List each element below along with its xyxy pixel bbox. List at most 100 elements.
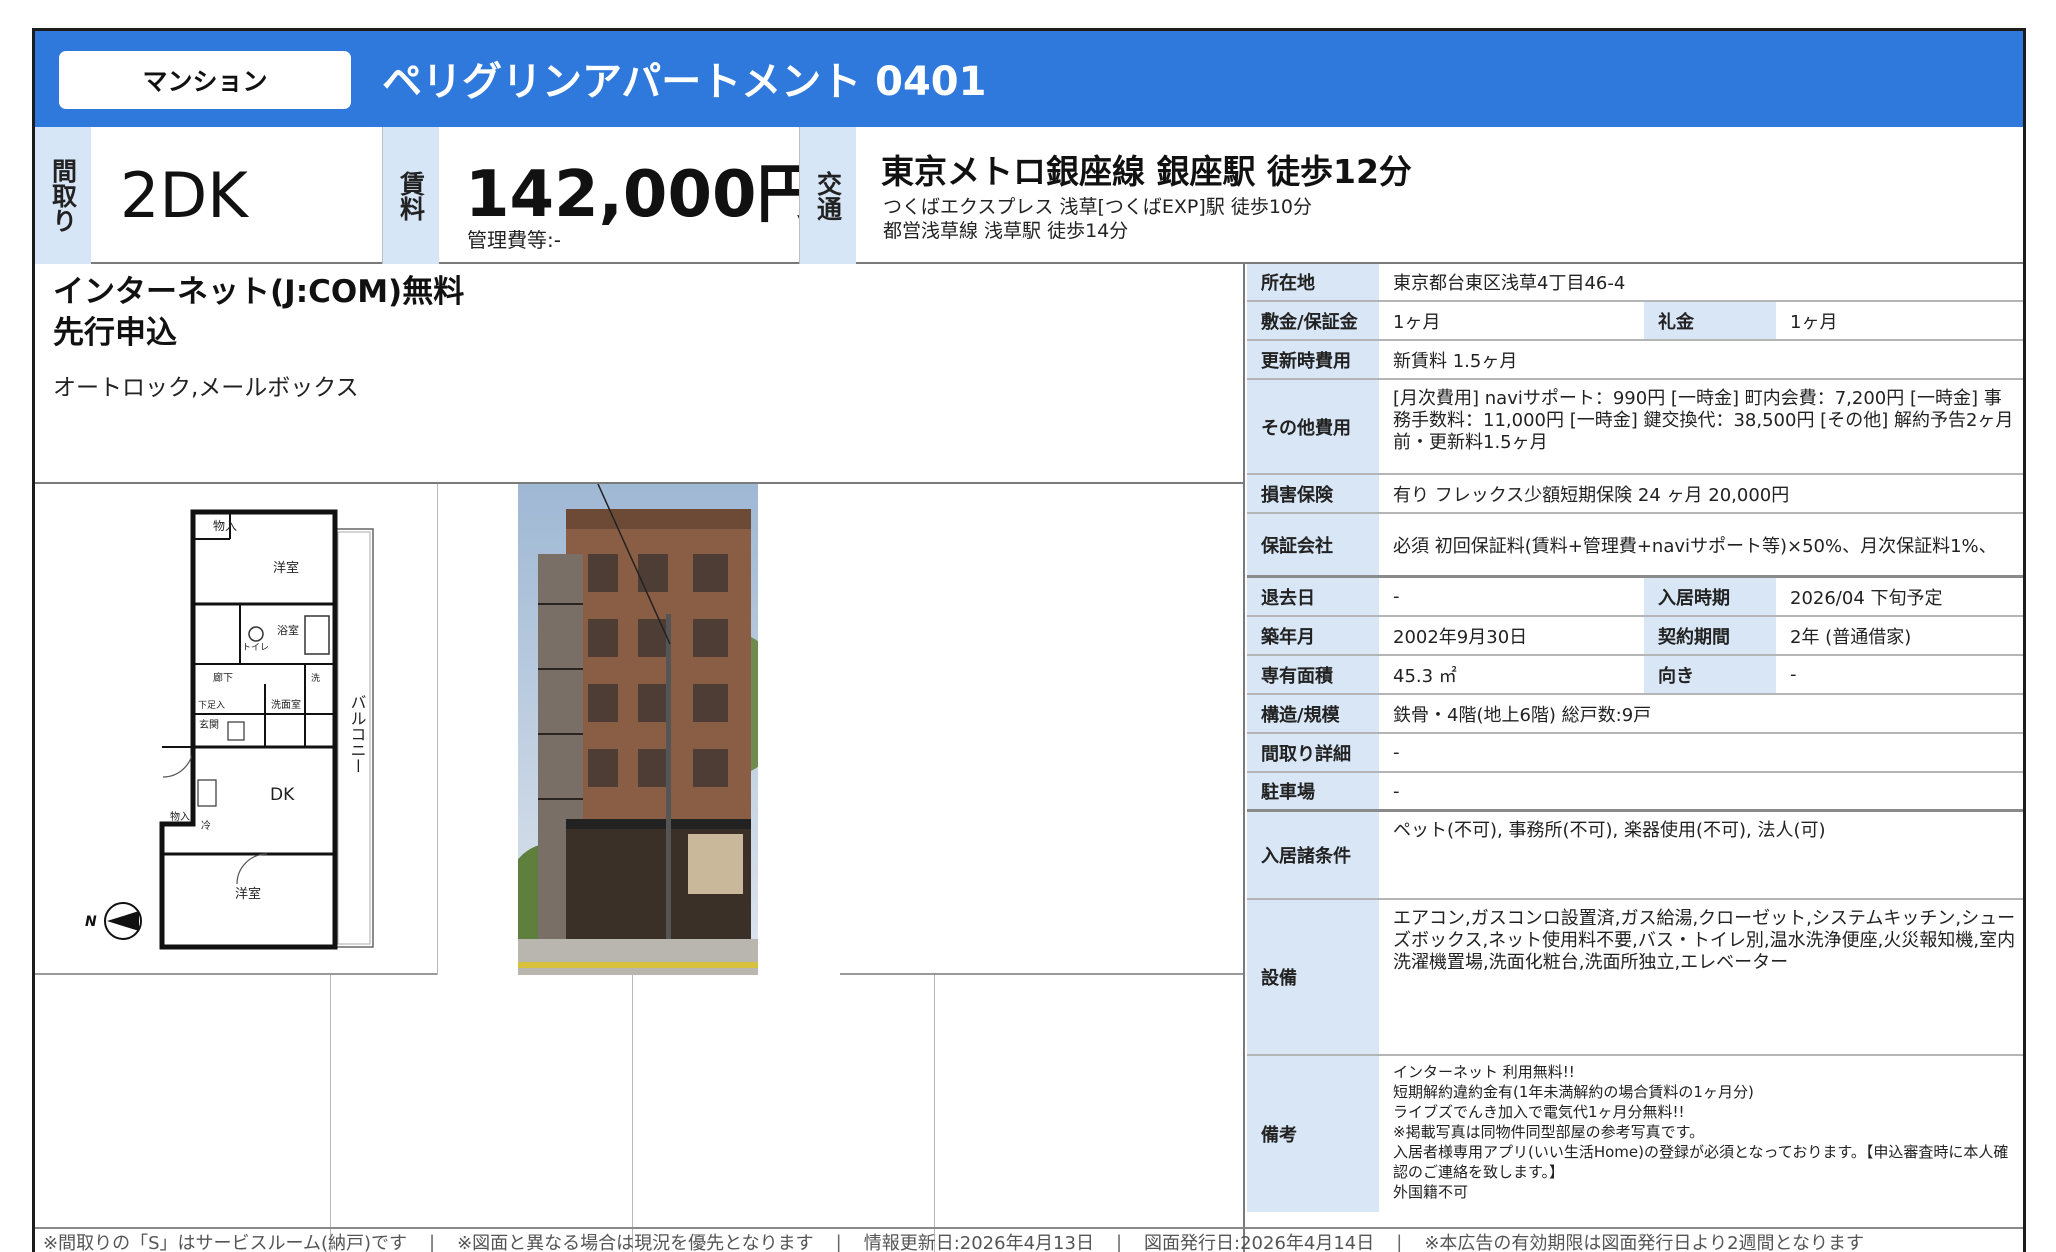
footer-note: 図面発行日:2026年4月14日: [1144, 1233, 1375, 1252]
feature-headline: インターネット(J:COM)無料: [53, 274, 465, 310]
detail-label: 向き: [1644, 656, 1776, 693]
room-label: 浴室: [277, 623, 299, 637]
detail-label: 築年月: [1247, 617, 1379, 654]
key-info-bar: 間取り 2DK 賃料 142,000円 管理費等:- 交通 東京メトロ銀座線 銀…: [35, 127, 2023, 264]
detail-label: 構造/規模: [1247, 695, 1379, 732]
layout-label: 間取り: [35, 127, 91, 264]
header-bar: マンション ペリグリンアパートメント 0401: [35, 31, 2023, 127]
svg-text:N: N: [85, 914, 97, 930]
detail-label: 契約期間: [1644, 617, 1776, 654]
detail-label: 設備: [1247, 900, 1379, 1054]
footer-notes: ※間取りの「S」はサービスルーム(納戸)です | ※図面と異なる場合は現況を優先…: [35, 1227, 2023, 1252]
access-label: 交通: [800, 127, 856, 264]
footer-separator: |: [429, 1231, 436, 1252]
detail-row: 備考 インターネット 利用無料!! 短期解約違約金有(1年未満解約の場合賃料の1…: [1247, 1056, 2023, 1212]
detail-row: 所在地 東京都台東区浅草4丁目46-4: [1247, 264, 2023, 302]
footer-note: ※間取りの「S」はサービスルーム(納戸)です: [43, 1233, 408, 1252]
property-type-badge: マンション: [59, 51, 351, 109]
detail-value: 必須 初回保証料(賃料+管理費+naviサポート等)×50%、月次保証料1%、: [1393, 535, 1997, 557]
detail-value: 2年 (普通借家): [1790, 626, 1912, 648]
detail-value: 東京都台東区浅草4丁目46-4: [1393, 273, 1626, 294]
compass-icon: N: [85, 902, 142, 940]
access-sub: つくばエクスプレス 浅草[つくばEXP]駅 徒歩10分: [883, 196, 1312, 218]
footer-separator: |: [835, 1231, 842, 1252]
detail-value: ペット(不可), 事務所(不可), 楽器使用(不可), 法人(可): [1393, 820, 1826, 841]
detail-value: 有り フレックス少額短期保険 24 ヶ月 20,000円: [1393, 484, 1790, 506]
management-fee: 管理費等:-: [467, 228, 561, 252]
detail-value: -: [1790, 664, 1797, 685]
remarks-value: インターネット 利用無料!! 短期解約違約金有(1年未満解約の場合賃料の1ヶ月分…: [1379, 1056, 2023, 1212]
room-label: 洗面室: [271, 698, 301, 711]
room-label: 洋室: [235, 886, 261, 902]
photo-cell: [438, 483, 840, 975]
detail-row: 専有面積 45.3 ㎡ 向き -: [1247, 656, 2023, 695]
access-sub: 都営浅草線 浅草駅 徒歩14分: [883, 220, 1129, 242]
remarks-line: 短期解約違約金有(1年未満解約の場合賃料の1ヶ月分): [1393, 1083, 1754, 1101]
footer-note: 情報更新日:2026年4月13日: [863, 1233, 1094, 1252]
detail-label: 専有面積: [1247, 656, 1379, 693]
footer-note: ※図面と異なる場合は現況を優先となります: [457, 1233, 814, 1252]
room-label: 下足入: [198, 700, 225, 711]
detail-row: 損害保険 有り フレックス少額短期保険 24 ヶ月 20,000円: [1247, 475, 2023, 514]
remarks-line: インターネット 利用無料!!: [1393, 1063, 1575, 1081]
room-label: DK: [270, 785, 295, 805]
features-box: インターネット(J:COM)無料 先行申込 オートロック,メールボックス: [35, 264, 1243, 484]
media-row-bottom: [35, 975, 1243, 1252]
empty-photo-cell: [331, 975, 633, 1252]
detail-value: 2026/04 下旬予定: [1790, 587, 1943, 609]
room-label: 物入: [170, 810, 190, 823]
detail-value: エアコン,ガスコンロ設置済,ガス給湯,クローゼット,システムキッチン,シューズボ…: [1393, 908, 2016, 973]
building-photo: [438, 483, 840, 975]
detail-value: 新賃料 1.5ヶ月: [1393, 350, 1518, 372]
media-row: 物入 洋室 浴室 トイレ 廊下 洗 下足入 洗面室 玄関 バルコニー DK 冷 …: [35, 483, 1245, 975]
detail-label: 保証会社: [1247, 514, 1379, 575]
detail-row: 駐車場 -: [1247, 773, 2023, 812]
property-sheet: マンション ペリグリンアパートメント 0401 間取り 2DK 賃料 142,0…: [32, 28, 2026, 1252]
floorplan-image: 物入 洋室 浴室 トイレ 廊下 洗 下足入 洗面室 玄関 バルコニー DK 冷 …: [85, 509, 374, 950]
layout-value: 2DK: [120, 159, 248, 232]
detail-row: 更新時費用 新賃料 1.5ヶ月: [1247, 341, 2023, 380]
detail-value: 1ヶ月: [1393, 311, 1441, 333]
room-label: 洗: [311, 672, 320, 684]
empty-photo-cell: [840, 484, 1245, 975]
detail-value: -: [1393, 780, 1400, 802]
empty-photo-cell: [35, 975, 331, 1252]
detail-row: 築年月 2002年9月30日 契約期間 2年 (普通借家): [1247, 617, 2023, 656]
detail-row: 入居諸条件 ペット(不可), 事務所(不可), 楽器使用(不可), 法人(可): [1247, 812, 2023, 900]
room-label: トイレ: [242, 643, 269, 653]
detail-row: 保証会社 必須 初回保証料(賃料+管理費+naviサポート等)×50%、月次保証…: [1247, 514, 2023, 578]
footer-separator: |: [1396, 1231, 1403, 1252]
detail-label: 更新時費用: [1247, 341, 1379, 378]
remarks-line: 入居者様専用アプリ(いい生活Home)の登録が必須となっております。【申込審査時…: [1393, 1143, 2009, 1181]
room-label: 物入: [213, 519, 237, 533]
empty-photo-cell: [935, 975, 1245, 1252]
detail-value: 45.3 ㎡: [1393, 665, 1457, 687]
detail-label: 損害保険: [1247, 475, 1379, 512]
detail-value: 鉄骨・4階(地上6階) 総戸数:9戸: [1393, 704, 1652, 726]
room-label: 廊下: [213, 671, 233, 684]
detail-row: 退去日 - 入居時期 2026/04 下旬予定: [1247, 578, 2023, 617]
detail-label: 敷金/保証金: [1247, 302, 1379, 339]
room-label: 冷: [201, 819, 211, 832]
detail-label: 駐車場: [1247, 773, 1379, 809]
detail-label: 退去日: [1247, 578, 1379, 615]
detail-value: [月次費用] naviサポート：990円 [一時金] 町内会費：7,200円 […: [1393, 388, 2014, 453]
detail-row: 設備 エアコン,ガスコンロ設置済,ガス給湯,クローゼット,システムキッチン,シュ…: [1247, 900, 2023, 1056]
detail-value: 2002年9月30日: [1393, 626, 1528, 648]
rent-label: 賃料: [383, 127, 439, 264]
feature-headline: 先行申込: [53, 315, 177, 351]
detail-value: -: [1393, 742, 1400, 763]
empty-photo-cell: [633, 975, 935, 1252]
detail-row: 敷金/保証金 1ヶ月 礼金 1ヶ月: [1247, 302, 2023, 341]
detail-row: 構造/規模 鉄骨・4階(地上6階) 総戸数:9戸: [1247, 695, 2023, 734]
remarks-line: ※掲載写真は同物件同型部屋の参考写真です。: [1393, 1123, 1705, 1141]
detail-label: 入居諸条件: [1247, 812, 1379, 898]
detail-table: 所在地 東京都台東区浅草4丁目46-4 敷金/保証金 1ヶ月 礼金 1ヶ月 更新…: [1247, 264, 2023, 1252]
detail-label: 間取り詳細: [1247, 734, 1379, 771]
footer-separator: |: [1115, 1231, 1123, 1252]
rent-value: 142,000円: [465, 158, 821, 232]
property-title: ペリグリンアパートメント 0401: [382, 59, 987, 105]
remarks-line: 外国籍不可: [1393, 1183, 1469, 1201]
left-column: インターネット(J:COM)無料 先行申込 オートロック,メールボックス 物入 …: [35, 264, 1245, 1252]
detail-label: その他費用: [1247, 380, 1379, 473]
